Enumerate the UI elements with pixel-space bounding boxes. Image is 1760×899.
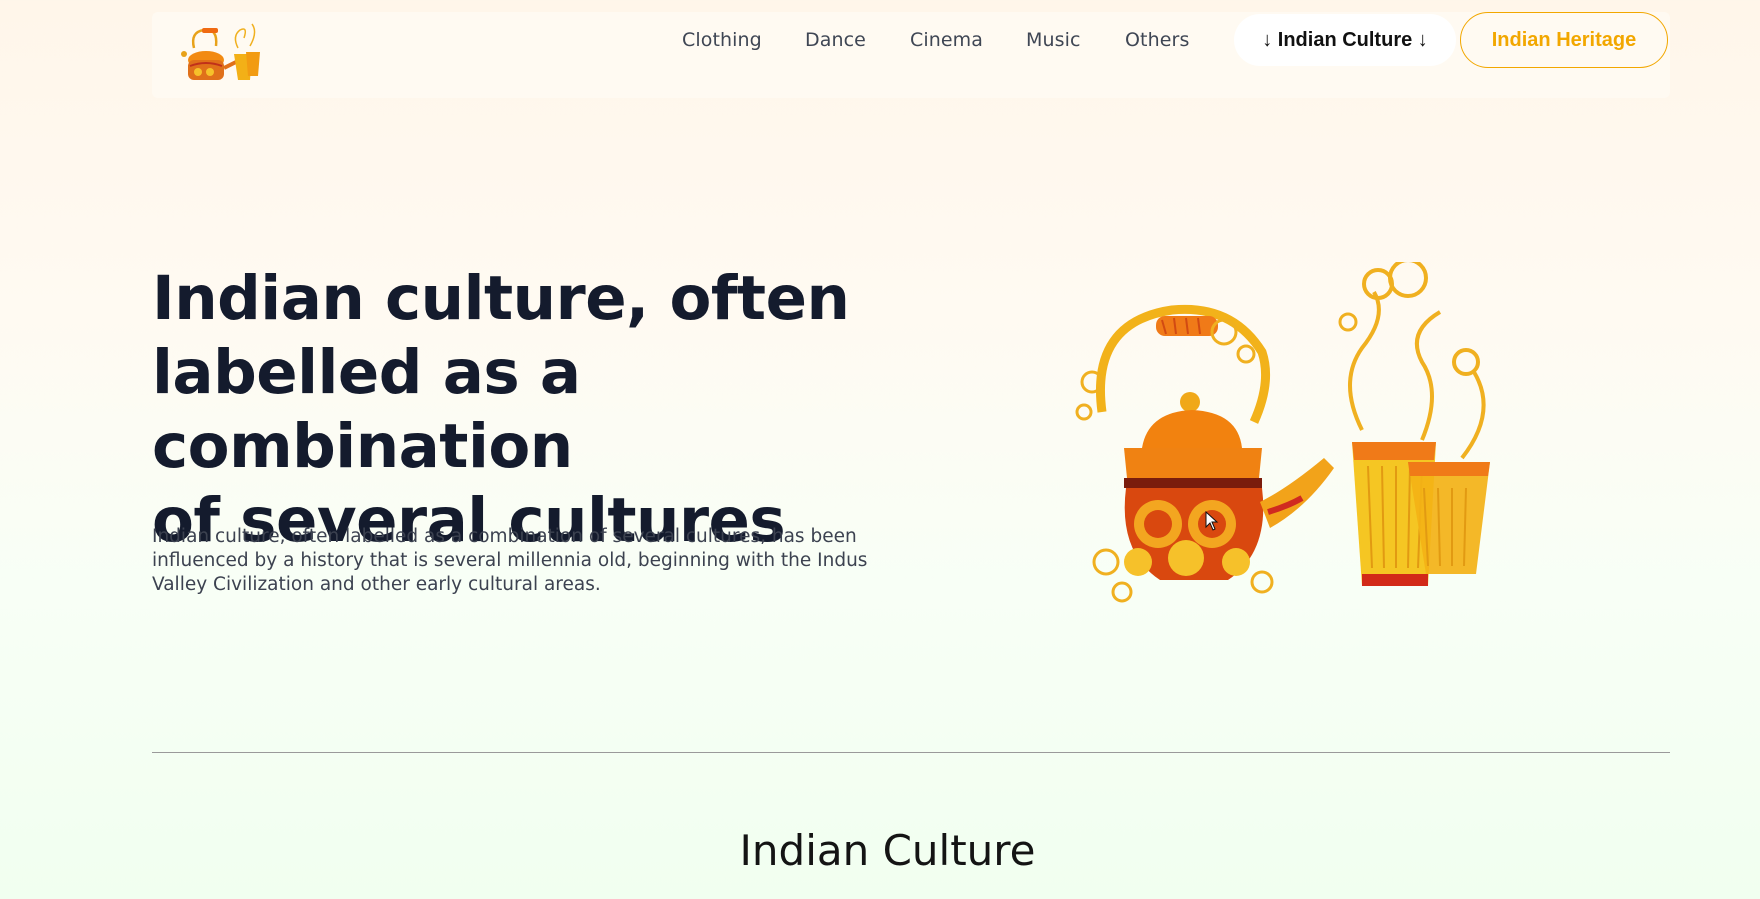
nav-link-dance[interactable]: Dance — [805, 29, 866, 51]
section-divider — [152, 752, 1670, 753]
teapot-illustration-icon — [1062, 258, 1512, 632]
hero-description: Indian culture, often labelled as a comb… — [152, 526, 868, 595]
indian-culture-button[interactable]: ↓ Indian Culture ↓ — [1234, 14, 1456, 66]
hero-title-line: Indian culture, often — [152, 263, 850, 334]
nav-link-others[interactable]: Others — [1125, 29, 1189, 51]
nav-link-cinema[interactable]: Cinema — [910, 29, 983, 51]
navbar: Clothing Dance Cinema Music Others ↓ Ind… — [152, 12, 1670, 98]
indian-heritage-button[interactable]: Indian Heritage — [1460, 12, 1668, 68]
nav-link-clothing[interactable]: Clothing — [682, 29, 762, 51]
section-title: Indian Culture — [739, 826, 1036, 875]
nav-link-music[interactable]: Music — [1026, 29, 1081, 51]
mouse-cursor-icon — [1205, 510, 1219, 531]
hero-title-line: labelled as a combination — [152, 337, 581, 482]
logo-icon[interactable] — [180, 18, 266, 90]
hero-title: Indian culture, often labelled as a comb… — [152, 262, 932, 558]
